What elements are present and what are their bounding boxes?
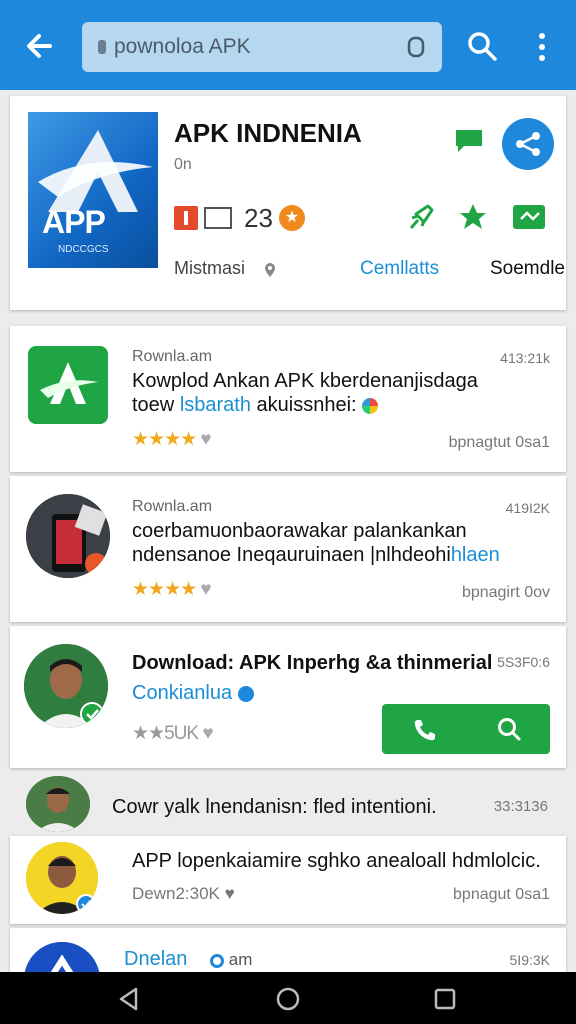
post-subtitle-text: Conkianlua (132, 682, 233, 704)
back-arrow-icon[interactable] (20, 26, 60, 66)
post-stats-text: Dewn2:30K (132, 884, 220, 903)
rating-stars-text: ★★★★ (132, 429, 197, 450)
star-icon[interactable] (458, 202, 488, 232)
post-meta: 5S3F0:6 (497, 654, 550, 670)
list-item[interactable]: Download: APK Inperhg &a thinmerial 5S3F… (10, 626, 566, 768)
post-meta: 413:21k (500, 350, 550, 366)
share-icon (516, 132, 540, 156)
rating-count: 23 (244, 202, 273, 233)
list-item[interactable]: APP lopenkaiamire sghko anealoall hdmlol… (10, 836, 566, 924)
list-item[interactable]: Rownla.am 413:21k Kowplod Ankan APK kber… (10, 326, 566, 472)
nav-home-icon[interactable] (275, 986, 301, 1012)
post-author: Rownla.am (132, 498, 213, 515)
chevron-down-icon[interactable]: ♥ (202, 723, 213, 744)
search-input[interactable] (114, 22, 394, 72)
location-label: Mistmasi (174, 258, 245, 278)
post-line2-suffix: akuissnhei: (256, 394, 357, 416)
post-line2: toew lsbarath akuissnhei: (132, 394, 379, 417)
chevron-down-icon[interactable]: ♥ (200, 579, 211, 600)
avatar (26, 776, 90, 832)
logo-subtext: NDCCGCS (58, 244, 109, 255)
post-meta: 419I2K (505, 500, 550, 516)
post-title[interactable]: Cowr yalk lnendanisn: fled intentioni. (112, 796, 437, 819)
rating-stars-text: ★★★★ (132, 579, 197, 600)
app-title: APK INDNENIA (174, 118, 362, 148)
post-title[interactable]: Download: APK Inperhg &a thinmerial (132, 652, 492, 675)
post-stats: Dewn2:30K ♥ (132, 884, 235, 904)
google-icon (362, 397, 379, 414)
list-item[interactable]: Dnelan am 5I9:3K (10, 928, 566, 1018)
rating-stars: ★★★★ ♥ (132, 428, 212, 451)
app-logo: APP NDCCGCS (28, 112, 158, 268)
post-line2-highlight[interactable]: hlaen (451, 544, 500, 566)
person-photo-icon (26, 842, 98, 914)
post-title[interactable]: coerbamuonbaorawakar palankankan (132, 520, 467, 543)
app-a-icon (40, 362, 98, 404)
post-line2-prefix: ndensanoe Ineqauruinaen |nlhdeohi (132, 544, 451, 566)
post-line2: ndensanoe Ineqauruinaen |nlhdeohihlaen (132, 544, 500, 567)
post-line2-highlight[interactable]: lsbarath (180, 394, 251, 416)
avatar (26, 842, 98, 914)
post-footer: bpnagut 0sa1 (453, 886, 550, 903)
post-subtitle[interactable]: Conkianlua (132, 682, 254, 705)
post-title[interactable]: Kowplod Ankan APK kberdenanjisdaga (132, 370, 478, 393)
search-bar[interactable] (82, 22, 442, 72)
post-line2-prefix: toew (132, 394, 175, 416)
microphone-icon[interactable] (404, 35, 428, 59)
app-badges: 23 ★ (174, 202, 305, 233)
logo-text: APP (42, 204, 106, 240)
list-item[interactable]: Rownla.am 419I2K coerbamuonbaorawakar pa… (10, 476, 566, 622)
rating-stars: ★★★★ ♥ (132, 578, 212, 601)
share-button[interactable] (502, 118, 554, 170)
rating-stars: ★★5UK ♥ (132, 722, 214, 745)
verified-icon (237, 685, 254, 702)
secondary-link[interactable]: Soemdle (490, 258, 565, 280)
post-footer: bpnagirt 0ov (461, 584, 550, 601)
call-button-group (382, 704, 550, 754)
rating-stars-text: ★★5UK (132, 723, 199, 744)
heart-icon[interactable]: ♥ (225, 884, 235, 903)
post-meta: 33:3136 (493, 798, 548, 815)
nav-back-icon[interactable] (116, 986, 142, 1012)
post-author-suffix: am (210, 950, 252, 970)
avatar (24, 644, 108, 728)
search-icon[interactable] (466, 30, 498, 62)
primary-link[interactable]: Cemllatts (360, 258, 439, 280)
location-pin-icon (98, 40, 106, 54)
person-photo-icon (24, 644, 108, 728)
nav-recents-icon[interactable] (432, 986, 458, 1012)
location-pin-icon (265, 263, 275, 277)
star-badge-icon: ★ (278, 205, 305, 231)
video-icon[interactable] (512, 204, 546, 230)
phone-icon[interactable] (412, 717, 438, 743)
chevron-down-icon[interactable]: ♥ (200, 429, 211, 450)
search-icon[interactable] (496, 716, 522, 742)
rocket-icon[interactable] (406, 202, 436, 232)
avatar (26, 494, 110, 578)
system-nav-bar (0, 972, 576, 1024)
flag-badge-icon (174, 206, 198, 230)
mail-icon (204, 207, 232, 229)
post-author-suffix-text: am (228, 950, 253, 969)
post-author[interactable]: Dnelan (124, 948, 187, 971)
list-item[interactable]: Cowr yalk lnendanisn: fled intentioni. 3… (0, 772, 576, 834)
chat-icon[interactable] (454, 128, 484, 154)
phone-photo-icon (26, 494, 110, 578)
post-author: Rownla.am (132, 348, 213, 365)
clock-icon (210, 953, 224, 968)
post-title[interactable]: APP lopenkaiamire sghko anealoall hdmlol… (132, 850, 541, 873)
app-icon (28, 346, 108, 424)
person-photo-icon (26, 776, 90, 832)
top-app-bar (0, 0, 576, 90)
app-header-card: APP NDCCGCS APK INDNENIA 0n 23 ★ Mistmas… (10, 96, 566, 310)
more-vertical-icon[interactable] (528, 30, 556, 64)
post-footer: bpnagtut 0sa1 (448, 434, 550, 451)
post-meta: 5I9:3K (509, 952, 550, 968)
app-subtitle: 0n (174, 156, 192, 173)
